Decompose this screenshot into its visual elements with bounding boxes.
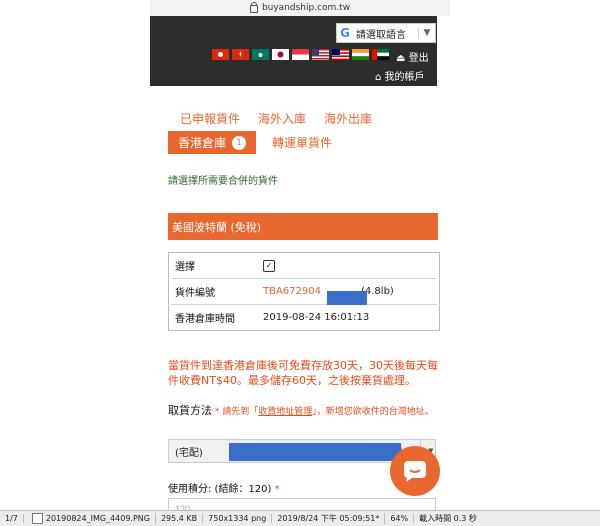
credits-input[interactable] (168, 498, 436, 510)
tab-transfer[interactable]: 轉運單貨件 (272, 134, 332, 151)
my-account-label: 我的帳戶 (384, 72, 425, 83)
address-bar[interactable]: buyandship.com.tw (150, 0, 450, 16)
file-size: 295.4 KB (156, 514, 204, 523)
delivery-type: (宅配) (175, 447, 203, 459)
select-label: 選擇 (175, 262, 195, 273)
redaction-box (229, 443, 401, 461)
japan-flag-icon[interactable] (272, 49, 289, 60)
load-time: 載入時間 0.3 秒 (419, 514, 477, 523)
merge-instruction: 請選擇所需要合併的貨件 (168, 176, 278, 187)
required-asterisk: * (274, 484, 280, 495)
tab-hk-warehouse-label: 香港倉庫 (178, 136, 227, 150)
language-selector-label: 請選取語言 (356, 29, 406, 41)
image-viewer-statusbar: 1/7 20190824_IMG_4409.PNG 295.4 KB 750x1… (0, 510, 600, 526)
tracking-cell: TBA672904 (4.8lb) (263, 286, 437, 305)
logout-icon: ⏏ (396, 53, 406, 64)
page-counter: 1/7 (0, 514, 24, 523)
credits-label-row: 使用積分: (結餘：120) * (168, 480, 280, 495)
chevron-down-icon: ▼ (418, 28, 435, 38)
shipment-tabs-row2: 香港倉庫 1 轉運單貨件 (168, 131, 332, 154)
credits-label: 使用積分: (結餘：120) (168, 484, 272, 495)
google-logo-icon: G (340, 26, 350, 40)
count-badge: 1 (232, 135, 247, 150)
lock-icon (249, 2, 258, 13)
address-management-link[interactable]: 收貨地址管理 (258, 407, 312, 417)
my-account-link[interactable]: ⌂ 我的帳戶 (375, 68, 425, 83)
image-dimensions: 750x1334 png (203, 514, 273, 523)
storage-notice: 當貨件到達香港倉庫後可免費存放30天，30天後每天每件收費NT$40。最多儲存6… (168, 359, 438, 387)
warehouse-time-value: 2019-08-24 16:01:13 (263, 312, 370, 323)
language-selector[interactable]: G 請選取語言 ▼ (336, 23, 436, 43)
chat-button[interactable] (390, 446, 440, 496)
select-cell: ✓ (263, 259, 437, 272)
home-icon: ⌂ (375, 72, 382, 83)
warehouse-title: 美國波特蘭 (免稅) (168, 213, 438, 240)
logout-link[interactable]: ⏏ 登出 (396, 49, 429, 64)
usa-flag-icon[interactable] (312, 49, 329, 60)
flag-list (212, 49, 389, 60)
warehouse-time-label: 香港倉庫時間 (175, 314, 235, 325)
tracking-number-link[interactable]: TBA672904 (263, 286, 321, 297)
hk-bauhinia-flag-icon[interactable] (232, 49, 249, 60)
redaction-box (327, 291, 367, 305)
phone-screen: buyandship.com.tw G 請選取語言 ▼ ⏏ 登出 ⌂ 我的帳戶 (150, 0, 450, 510)
pickup-method-section: 取貨方法 * 請先到「收貨地址管理」，新增您欲收件的台灣地址。 (168, 403, 443, 420)
site-header: G 請選取語言 ▼ ⏏ 登出 ⌂ 我的帳戶 (150, 16, 437, 86)
pickup-method-label: 取貨方法 (168, 404, 212, 417)
file-date: 2019/8/24 下午 05:09:51* (272, 513, 386, 524)
table-row: 貨件編號 TBA672904 (4.8lb) (171, 279, 437, 305)
tracking-label: 貨件編號 (175, 288, 215, 299)
uae-flag-icon[interactable] (372, 49, 389, 60)
singapore-flag-icon[interactable] (292, 49, 309, 60)
file-icon (31, 513, 43, 524)
zoom-level: 64% (385, 514, 415, 523)
india-flag-icon[interactable] (352, 49, 369, 60)
file-name: 20190824_IMG_4409.PNG (45, 514, 150, 523)
select-checkbox[interactable]: ✓ (263, 259, 275, 272)
logout-label: 登出 (408, 53, 429, 64)
shipment-tabs: 已申報貨件 海外入庫 海外出庫 (180, 110, 372, 127)
chat-bubble-icon (404, 461, 426, 482)
table-row: 選擇 ✓ (171, 253, 437, 279)
url-text: buyandship.com.tw (261, 3, 351, 13)
malaysia-flag-icon[interactable] (332, 49, 349, 60)
hk-flag-icon[interactable] (212, 49, 229, 60)
shipment-table: 選擇 ✓ 貨件編號 TBA672904 (4.8lb) 香港倉庫時間 2019-0… (168, 252, 440, 331)
tab-overseas-outbound[interactable]: 海外出庫 (324, 110, 372, 127)
pickup-hint-suffix: 」，新增您欲收件的台灣地址。 (312, 407, 434, 417)
tab-overseas-inbound[interactable]: 海外入庫 (258, 110, 306, 127)
tab-hk-warehouse[interactable]: 香港倉庫 1 (168, 131, 257, 154)
required-asterisk: * (214, 407, 220, 417)
macau-flag-icon[interactable] (252, 49, 269, 60)
tab-declared[interactable]: 已申報貨件 (180, 110, 240, 127)
table-row: 香港倉庫時間 2019-08-24 16:01:13 (171, 305, 437, 330)
file-name-cell: 20190824_IMG_4409.PNG (24, 513, 156, 524)
pickup-hint-prefix: 請先到「 (222, 407, 259, 417)
